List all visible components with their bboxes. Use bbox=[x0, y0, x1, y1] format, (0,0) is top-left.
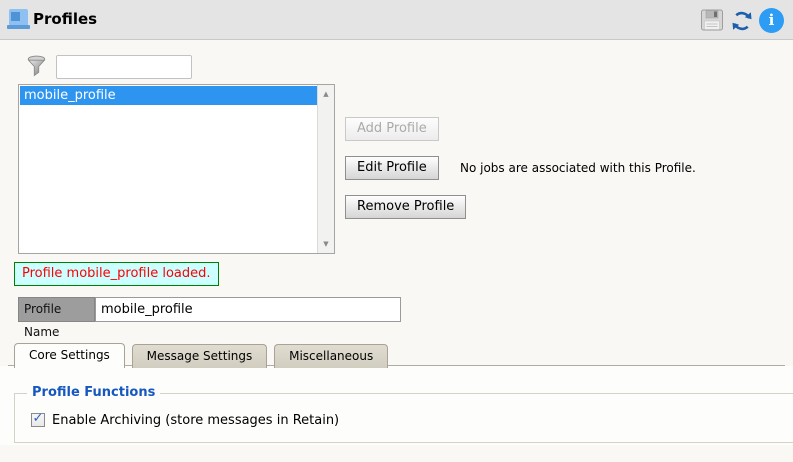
remove-profile-button[interactable]: Remove Profile bbox=[345, 195, 467, 219]
profile-name-input[interactable] bbox=[95, 297, 401, 322]
edit-profile-button[interactable]: Edit Profile bbox=[345, 156, 439, 180]
status-message: Profile mobile_profile loaded. bbox=[14, 262, 219, 286]
tab-core-settings[interactable]: Core Settings bbox=[14, 343, 125, 368]
profile-functions-group: Profile Functions ✓ Enable Archiving (st… bbox=[14, 385, 793, 443]
profile-listbox[interactable]: mobile_profile ▲ ▼ bbox=[18, 84, 335, 254]
add-profile-button[interactable]: Add Profile bbox=[345, 117, 439, 141]
page-title: Profiles bbox=[33, 10, 98, 28]
profiles-app-icon-inner bbox=[11, 12, 20, 21]
jobs-note-text: No jobs are associated with this Profile… bbox=[460, 161, 696, 175]
enable-archiving-label: Enable Archiving (store messages in Reta… bbox=[52, 413, 340, 428]
header-bar: Profiles i bbox=[0, 0, 793, 40]
tab-miscellaneous[interactable]: Miscellaneous bbox=[274, 344, 389, 368]
save-icon[interactable] bbox=[700, 8, 724, 32]
listbox-scrollbar[interactable]: ▲ ▼ bbox=[317, 85, 334, 253]
checkmark-icon: ✓ bbox=[32, 411, 44, 426]
profiles-page: Profiles i mobile_profile ▲ ▼ Add Profil… bbox=[0, 0, 793, 462]
list-item-mobile-profile[interactable]: mobile_profile bbox=[20, 86, 317, 105]
refresh-icon[interactable] bbox=[729, 8, 753, 32]
profile-functions-legend: Profile Functions bbox=[27, 385, 161, 400]
profiles-app-icon bbox=[7, 9, 30, 29]
settings-tabs: Core Settings Message Settings Miscellan… bbox=[14, 343, 391, 368]
enable-archiving-checkbox[interactable]: ✓ bbox=[31, 411, 45, 427]
profiles-app-icon-base bbox=[7, 25, 30, 29]
filter-input[interactable] bbox=[56, 55, 192, 79]
info-icon[interactable]: i bbox=[759, 8, 784, 33]
profile-name-label: Profile Name bbox=[18, 297, 95, 339]
filter-funnel-icon bbox=[26, 55, 47, 78]
scroll-down-icon[interactable]: ▼ bbox=[318, 240, 334, 248]
scroll-up-icon[interactable]: ▲ bbox=[318, 90, 334, 98]
tab-message-settings[interactable]: Message Settings bbox=[131, 344, 268, 368]
